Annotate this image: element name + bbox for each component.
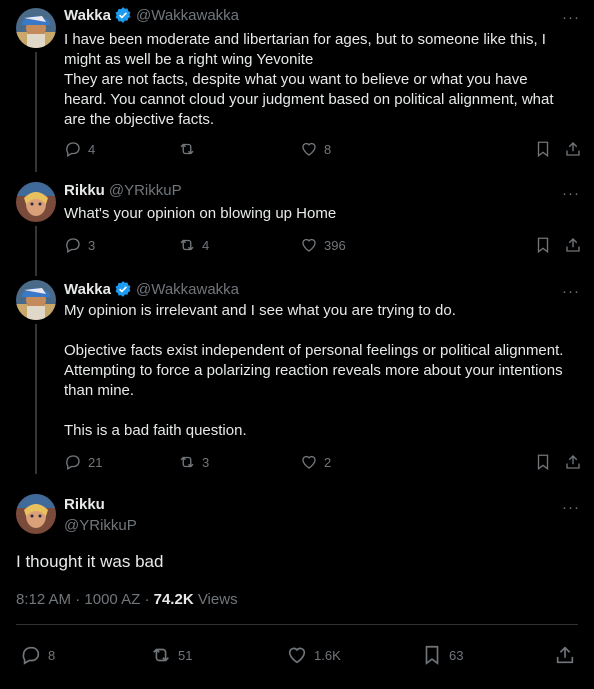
repost-icon (153, 648, 169, 662)
heart-icon (288, 647, 306, 664)
repost-button[interactable]: 51 (150, 644, 192, 666)
thread-line (35, 52, 37, 172)
tweet-text: I have been moderate and libertarian for… (64, 30, 574, 130)
tweet-paragraph: Objective facts exist independent of per… (64, 342, 564, 399)
reply-button[interactable]: 8 (20, 644, 55, 666)
share-button[interactable] (564, 140, 582, 158)
like-button[interactable]: 1.6K (286, 644, 341, 666)
reply-count: 21 (88, 454, 103, 470)
tweet-actions: 4 8 (64, 140, 584, 160)
author-name[interactable]: Rikku (64, 496, 105, 513)
bookmark-icon (537, 454, 549, 471)
bookmark-button[interactable] (534, 453, 552, 471)
tweet-paragraph: I have been moderate and libertarian for… (64, 31, 546, 68)
avatar-rikku[interactable] (16, 494, 56, 534)
thread-line (35, 324, 37, 474)
tweet-text: What's your opinion on blowing up Home (64, 204, 574, 224)
like-count: 2 (324, 454, 332, 470)
repost-button[interactable]: 3 (178, 453, 209, 471)
tweet-header: Wakka @Wakkawakka (64, 280, 239, 298)
more-options-icon[interactable]: ··· (562, 186, 580, 201)
repost-count: 4 (202, 237, 210, 253)
reply-icon (22, 646, 40, 665)
repost-button[interactable]: 4 (178, 236, 209, 254)
share-icon (566, 238, 580, 252)
verified-badge-icon[interactable] (114, 6, 132, 24)
tweet-date[interactable]: 1000 AZ (84, 591, 140, 608)
main-tweet: Rikku @YRikkuP ··· I thought it was bad … (0, 488, 594, 689)
like-count: 1.6K (314, 647, 341, 663)
bookmark-button[interactable]: 63 (421, 644, 463, 666)
verified-badge-icon[interactable] (114, 280, 132, 298)
avatar-wakka[interactable] (16, 280, 56, 320)
more-options-icon[interactable]: ··· (562, 284, 580, 299)
main-tweet-text: I thought it was bad (16, 552, 164, 571)
avatar-wakka[interactable] (16, 8, 56, 48)
meta-separator: · (144, 591, 154, 608)
more-options-icon[interactable]: ··· (562, 10, 580, 25)
repost-icon (180, 239, 194, 251)
share-button[interactable] (554, 644, 576, 666)
author-name[interactable]: Wakka (64, 7, 111, 24)
like-count: 396 (324, 237, 346, 253)
reply-icon (66, 455, 80, 470)
tweet-actions: 3 4 396 (64, 236, 584, 256)
tweet-paragraph: This is a bad faith question. (64, 422, 247, 439)
reply-button[interactable]: 21 (64, 453, 102, 471)
tweet-header: Wakka @Wakkawakka (64, 6, 239, 24)
tweet-header: Rikku @YRikkuP (64, 182, 182, 199)
reply-count: 4 (88, 141, 96, 157)
reply-icon (66, 238, 80, 253)
share-icon (566, 142, 580, 156)
share-icon (566, 455, 580, 469)
bookmark-icon (425, 645, 439, 665)
author-name[interactable]: Wakka (64, 281, 111, 298)
reply-count: 3 (88, 237, 96, 253)
like-count: 8 (324, 141, 332, 157)
heart-icon (302, 142, 316, 156)
reply-button[interactable]: 4 (64, 140, 95, 158)
views-label: Views (197, 591, 238, 608)
share-button[interactable] (564, 236, 582, 254)
repost-icon (180, 456, 194, 468)
repost-count: 3 (202, 454, 210, 470)
views-count: 74.2K (153, 591, 194, 608)
tweet-meta: 8:12 AM · 1000 AZ · 74.2K Views (16, 591, 238, 608)
repost-icon (180, 143, 194, 155)
author-handle[interactable]: @Wakkawakka (136, 281, 239, 298)
tweet-paragraph: My opinion is irrelevant and I see what … (64, 302, 456, 319)
like-button[interactable]: 396 (300, 236, 346, 254)
meta-separator: · (75, 591, 85, 608)
author-handle[interactable]: @YRikkuP (64, 517, 137, 534)
bookmark-count: 63 (449, 647, 464, 663)
like-button[interactable]: 8 (300, 140, 331, 158)
tweet-paragraph: What's your opinion on blowing up Home (64, 205, 337, 222)
author-handle[interactable]: @Wakkawakka (136, 7, 239, 24)
like-button[interactable]: 2 (300, 453, 331, 471)
more-options-icon[interactable]: ··· (562, 500, 580, 515)
share-icon (556, 646, 574, 664)
tweet-time[interactable]: 8:12 AM (16, 591, 71, 608)
reply-icon (66, 142, 80, 157)
bookmark-icon (537, 141, 549, 158)
tweet-text: My opinion is irrelevant and I see what … (64, 301, 574, 441)
heart-icon (302, 238, 316, 252)
tweet-actions: 21 3 2 (64, 453, 584, 473)
bookmark-button[interactable] (534, 236, 552, 254)
avatar-rikku[interactable] (16, 182, 56, 222)
thread-line (35, 226, 37, 276)
main-tweet-actions: 8 51 1.6K 63 (16, 644, 578, 668)
author-name[interactable]: Rikku (64, 182, 105, 199)
heart-icon (302, 455, 316, 469)
tweet-paragraph: They are not facts, despite what you wan… (64, 71, 554, 128)
author-handle[interactable]: @YRikkuP (109, 182, 182, 199)
reply-count: 8 (48, 647, 56, 663)
share-button[interactable] (564, 453, 582, 471)
bookmark-icon (537, 237, 549, 254)
repost-count: 51 (178, 647, 193, 663)
reply-button[interactable]: 3 (64, 236, 95, 254)
repost-button[interactable] (178, 140, 202, 158)
divider (16, 624, 578, 625)
bookmark-button[interactable] (534, 140, 552, 158)
